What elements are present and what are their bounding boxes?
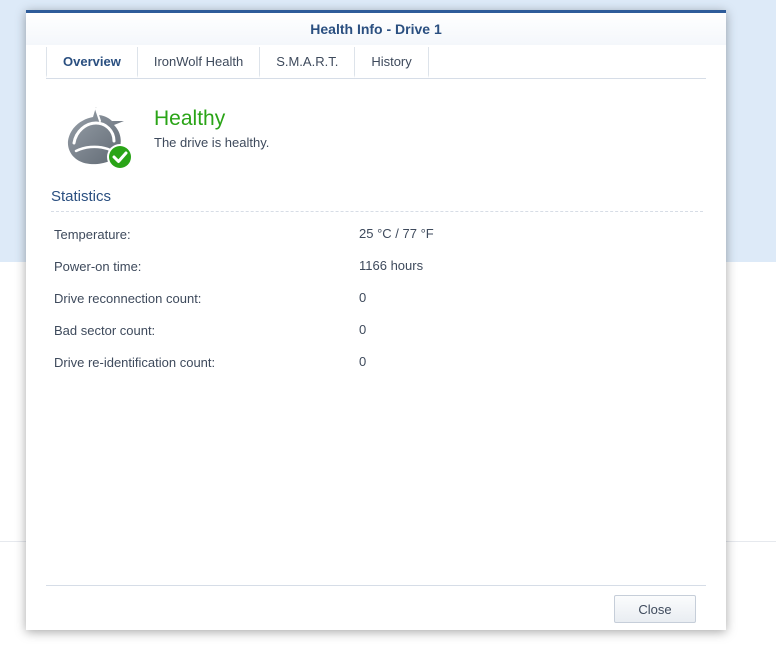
tab-smart[interactable]: S.M.A.R.T. [260,47,356,78]
stat-value: 0 [359,290,367,305]
stat-value: 0 [359,354,367,369]
status-title: Healthy [154,107,226,130]
statistics-divider [51,211,703,212]
statistics-list: Temperature: 25 °C / 77 °F Power-on time… [54,219,694,379]
tab-overview[interactable]: Overview [46,47,138,78]
tab-ironwolf-health[interactable]: IronWolf Health [138,47,261,78]
tab-bar: Overview IronWolf Health S.M.A.R.T. Hist… [46,47,706,79]
stat-value: 1166 hours [359,258,424,273]
footer-divider [46,585,706,586]
stat-row-power-on-time: Power-on time: 1166 hours [54,251,694,283]
dialog-title: Health Info - Drive 1 [26,13,726,45]
stat-label: Drive re-identification count: [54,355,216,370]
drive-health-icon [62,101,136,173]
stat-label: Power-on time: [54,259,142,274]
stat-row-temperature: Temperature: 25 °C / 77 °F [54,219,694,251]
stat-row-bad-sector-count: Bad sector count: 0 [54,315,694,347]
stat-label: Drive reconnection count: [54,291,202,306]
stat-row-reidentification-count: Drive re-identification count: 0 [54,347,694,379]
statistics-title: Statistics [51,188,112,205]
stat-row-reconnection-count: Drive reconnection count: 0 [54,283,694,315]
status-description: The drive is healthy. [154,135,270,150]
stat-label: Temperature: [54,227,131,242]
close-button[interactable]: Close [614,595,696,623]
stat-value: 0 [359,322,367,337]
check-icon [107,144,133,170]
tab-history[interactable]: History [355,47,429,78]
stat-label: Bad sector count: [54,323,156,338]
stat-value: 25 °C / 77 °F [359,226,434,241]
health-info-dialog: Health Info - Drive 1 Overview IronWolf … [26,10,726,630]
